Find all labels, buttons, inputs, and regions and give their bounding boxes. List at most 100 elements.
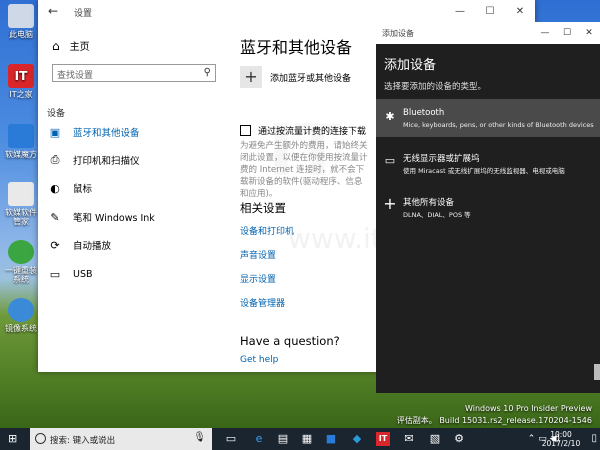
- desktop-icon-ruanmei-cube[interactable]: 软媒魔方: [2, 124, 40, 159]
- desktop-icon-reinstall[interactable]: 一键重装系统: [2, 240, 40, 284]
- maximize-button[interactable]: ☐: [556, 22, 578, 44]
- desktop-icon-label: IT之家: [9, 90, 33, 99]
- option-everything-else[interactable]: + 其他所有设备 DLNA、DIAL、POS 等: [376, 187, 600, 225]
- nav-item-label: 蓝牙和其他设备: [73, 128, 140, 139]
- printer-icon: ⎙: [50, 153, 60, 166]
- nav-section-label: 设备: [47, 109, 66, 119]
- nav-item-label: 笔和 Windows Ink: [73, 213, 155, 224]
- desktop-icon-software-manager[interactable]: 软媒软件管家: [2, 182, 40, 226]
- dialog-title: 添加设备: [382, 29, 414, 38]
- add-device-button[interactable]: + 添加蓝牙或其他设备: [240, 66, 351, 88]
- option-wireless-display[interactable]: ▭ 无线显示器或扩展坞 使用 Miracast 或无线扩展坞的无线监视器、电视或…: [376, 143, 600, 181]
- desktop-icon-label: 软媒魔方: [5, 150, 37, 159]
- pen-icon: ✎: [50, 210, 60, 224]
- mirror-icon: [8, 298, 34, 322]
- dialog-window-controls: — ☐ ✕: [534, 22, 600, 44]
- nav-item-label: 打印机和扫描仪: [73, 156, 140, 167]
- link-devices-printers[interactable]: 设备和打印机: [240, 224, 294, 237]
- ruanmei-icon[interactable]: ◆: [350, 432, 364, 446]
- file-explorer-icon[interactable]: ▤: [276, 432, 290, 446]
- ithome-taskbar-icon[interactable]: IT: [376, 432, 390, 446]
- close-button[interactable]: ✕: [505, 0, 535, 24]
- edge-icon[interactable]: e: [252, 432, 266, 446]
- cortana-icon: [35, 433, 46, 444]
- option-bluetooth[interactable]: ✱ Bluetooth Mice, keyboards, pens, or ot…: [376, 99, 600, 137]
- question-heading: Have a question?: [240, 334, 340, 348]
- metered-label: 通过按流量计费的连接下载: [258, 127, 367, 137]
- desktop-icon-label: 一键重装系统: [5, 266, 37, 284]
- option-title: 无线显示器或扩展坞: [403, 154, 480, 164]
- checkbox-icon[interactable]: [240, 125, 251, 136]
- plus-icon: +: [383, 194, 397, 213]
- close-button[interactable]: ✕: [578, 22, 600, 44]
- desktop-icon-ithome[interactable]: IT IT之家: [2, 64, 40, 99]
- autoplay-icon: ⟳: [50, 238, 60, 252]
- option-title: 其他所有设备: [403, 198, 455, 208]
- reinstall-icon: [8, 240, 34, 264]
- desktop-icon-label: 此电脑: [9, 30, 33, 39]
- link-device-manager[interactable]: 设备管理器: [240, 296, 285, 309]
- settings-nav: ⌂ 主页 查找设置 ⚲ 设备 ▣ 蓝牙和其他设备 ⎙ 打印机和扫描仪 ◐ 鼠标 …: [38, 24, 226, 372]
- option-description: DLNA、DIAL、POS 等: [403, 211, 471, 219]
- nav-item-bluetooth[interactable]: ▣ 蓝牙和其他设备: [47, 124, 140, 140]
- dialog-scrollbar[interactable]: [594, 364, 600, 380]
- nav-home[interactable]: ⌂ 主页: [52, 38, 90, 54]
- taskbar: ⊞ 搜索: 键入或说出 🎙 ▭ e ▤ ▦ ■ ◆ IT ✉ ▧ ⚙ ⌃ ▭ ◀…: [0, 428, 600, 450]
- desktop-icon-this-pc[interactable]: 此电脑: [2, 4, 40, 39]
- option-description: 使用 Miracast 或无线扩展坞的无线监视器、电视或电脑: [403, 167, 565, 175]
- cube-icon: [8, 124, 34, 148]
- back-arrow-icon[interactable]: ←: [48, 4, 58, 18]
- settings-gear-icon[interactable]: ⚙: [452, 432, 466, 446]
- home-icon: ⌂: [52, 38, 60, 53]
- photos-icon[interactable]: ▧: [428, 432, 442, 446]
- link-sound-settings[interactable]: 声音设置: [240, 248, 276, 261]
- nav-item-printers[interactable]: ⎙ 打印机和扫描仪: [47, 152, 140, 168]
- option-description: Mice, keyboards, pens, or other kinds of…: [403, 121, 594, 129]
- taskbar-search-box[interactable]: 搜索: 键入或说出 🎙: [30, 428, 212, 450]
- search-placeholder: 查找设置: [57, 71, 94, 81]
- windows-start-icon[interactable]: ⊞: [8, 433, 20, 445]
- os-watermark-line2: 评估副本。 Build 15031.rs2_release.170204-154…: [396, 416, 592, 425]
- add-device-label: 添加蓝牙或其他设备: [270, 73, 352, 84]
- store-icon[interactable]: ▦: [300, 432, 314, 446]
- os-watermark-line1: Windows 10 Pro Insider Preview: [464, 404, 592, 413]
- nav-home-label: 主页: [69, 42, 90, 53]
- nav-item-autoplay[interactable]: ⟳ 自动播放: [47, 237, 111, 253]
- ithome-icon: IT: [8, 64, 34, 88]
- maximize-button[interactable]: ☐: [475, 0, 505, 24]
- plus-icon: +: [240, 66, 262, 88]
- metered-download-checkbox[interactable]: 通过按流量计费的连接下载: [240, 124, 366, 137]
- app-icon[interactable]: ■: [324, 432, 338, 446]
- desktop-icon-mirror[interactable]: 镜像系统: [2, 298, 40, 333]
- link-display-settings[interactable]: 显示设置: [240, 272, 276, 285]
- task-view-icon[interactable]: ▭: [224, 432, 238, 446]
- minimize-button[interactable]: —: [534, 22, 556, 44]
- mail-icon[interactable]: ✉: [402, 432, 416, 446]
- search-icon[interactable]: ⚲: [204, 67, 211, 78]
- action-center-icon[interactable]: ▯: [591, 433, 597, 444]
- dialog-subheading: 选择要添加的设备的类型。: [384, 82, 487, 92]
- desktop-icon-label: 镜像系统: [5, 324, 37, 333]
- window-title: 设置: [74, 9, 93, 19]
- computer-icon: [8, 4, 34, 28]
- settings-search-input[interactable]: 查找设置 ⚲: [52, 64, 216, 82]
- clock-time: 10:00: [550, 430, 572, 439]
- dialog-titlebar[interactable]: 添加设备 — ☐ ✕: [376, 22, 600, 44]
- taskbar-clock[interactable]: 10:00 2017/2/10: [538, 430, 584, 448]
- microphone-icon[interactable]: 🎙: [193, 432, 206, 443]
- nav-item-label: USB: [73, 268, 93, 280]
- usb-icon: ▭: [49, 267, 61, 281]
- minimize-button[interactable]: —: [445, 0, 475, 24]
- settings-titlebar[interactable]: ← 设置 — ☐ ✕: [38, 0, 535, 24]
- nav-item-mouse[interactable]: ◐ 鼠标: [47, 180, 92, 196]
- bluetooth-icon: ✱: [385, 110, 395, 123]
- window-controls: — ☐ ✕: [445, 0, 535, 24]
- mouse-icon: ◐: [50, 181, 60, 195]
- nav-item-usb[interactable]: ▭ USB: [47, 266, 93, 282]
- get-help-link[interactable]: Get help: [240, 355, 278, 365]
- nav-item-pen[interactable]: ✎ 笔和 Windows Ink: [47, 209, 155, 225]
- display-icon: ▭: [384, 154, 396, 167]
- add-device-dialog: 添加设备 — ☐ ✕ 添加设备 选择要添加的设备的类型。 ✱ Bluetooth…: [376, 22, 600, 393]
- option-title: Bluetooth: [403, 108, 445, 118]
- bluetooth-icon: ▣: [49, 125, 61, 139]
